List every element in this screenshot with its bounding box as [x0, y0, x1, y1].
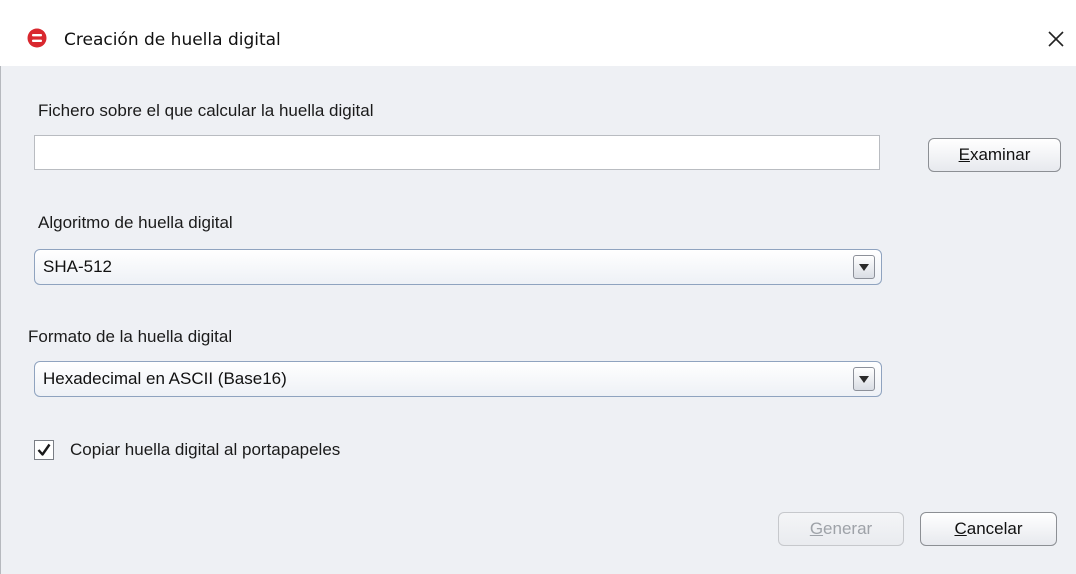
generate-label: enerar	[823, 519, 873, 538]
file-label: Fichero sobre el que calcular la huella …	[38, 101, 374, 120]
browse-mnemonic: E	[958, 145, 970, 164]
cancel-button[interactable]: Cancelar	[920, 512, 1057, 546]
fingerprint-dialog: Creación de huella digital Fichero sobre…	[0, 0, 1076, 574]
file-path-input[interactable]	[34, 135, 880, 170]
triangle-down-icon	[859, 376, 869, 383]
format-select[interactable]: Hexadecimal en ASCII (Base16)	[34, 361, 882, 397]
triangle-down-icon	[859, 264, 869, 271]
app-logo-icon	[27, 28, 47, 48]
algorithm-selected-value: SHA-512	[43, 257, 112, 276]
browse-label: xaminar	[969, 145, 1031, 164]
copy-to-clipboard-label[interactable]: Copiar huella digital al portapapeles	[70, 440, 340, 460]
copy-to-clipboard-checkbox[interactable]	[34, 440, 54, 460]
window-title: Creación de huella digital	[64, 30, 281, 50]
algorithm-dropdown-button[interactable]	[853, 255, 875, 279]
format-dropdown-button[interactable]	[853, 367, 875, 391]
generate-button[interactable]: Generar	[778, 512, 904, 546]
browse-button[interactable]: Examinar	[928, 138, 1061, 172]
title-bar: Creación de huella digital	[0, 0, 1076, 66]
cancel-label: ancelar	[966, 519, 1023, 538]
cancel-mnemonic: C	[954, 519, 967, 538]
algorithm-select[interactable]: SHA-512	[34, 249, 882, 285]
format-selected-value: Hexadecimal en ASCII (Base16)	[43, 369, 287, 388]
generate-mnemonic: G	[809, 519, 824, 538]
format-label: Formato de la huella digital	[28, 327, 233, 346]
close-icon[interactable]	[1043, 26, 1069, 52]
algorithm-label: Algoritmo de huella digital	[38, 213, 233, 232]
checkmark-icon	[37, 443, 51, 456]
